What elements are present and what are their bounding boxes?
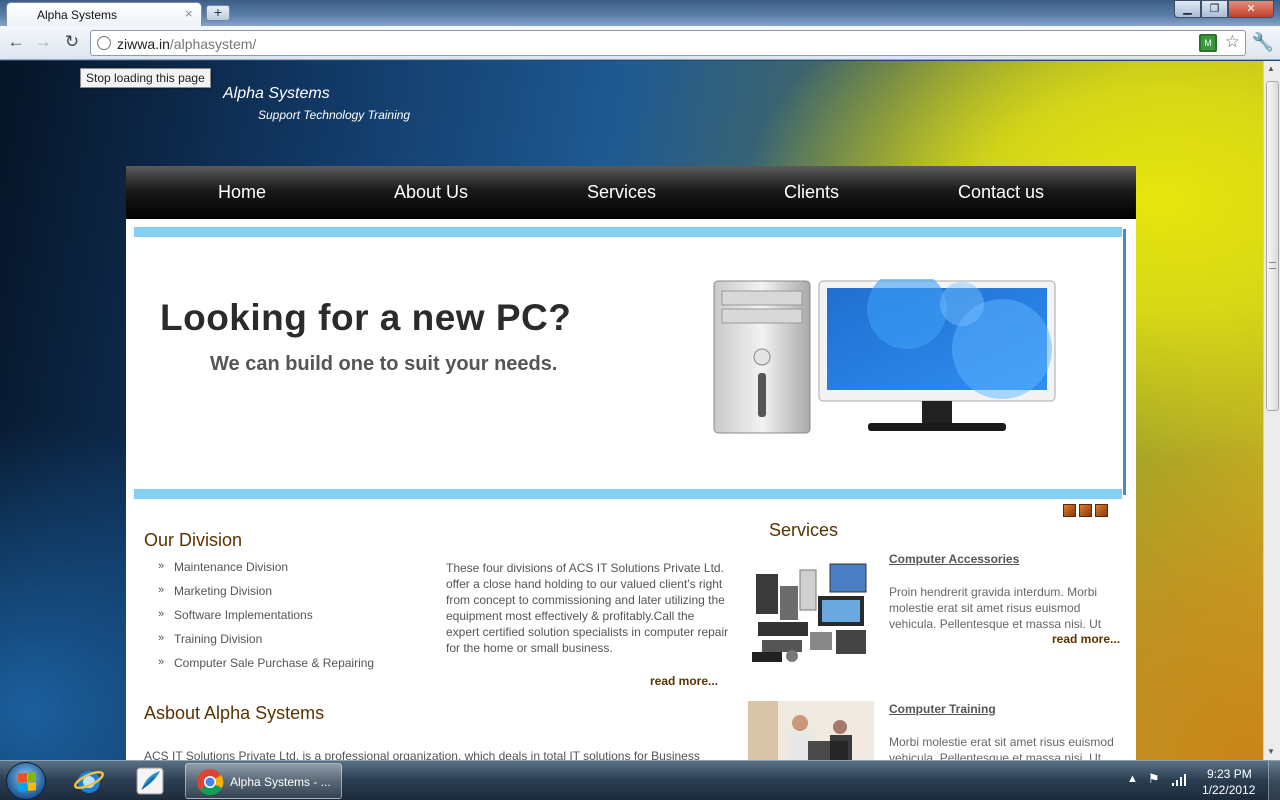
list-item[interactable]: » Training Division [158,632,374,656]
list-item[interactable]: » Maintenance Division [158,560,374,584]
extension-icon[interactable]: M [1199,34,1217,52]
service-text-training: Morbi molestie erat sit amet risus euism… [889,735,1114,760]
accessories-image [748,556,874,668]
scroll-up-icon[interactable]: ▲ [1267,64,1275,73]
stop-loading-tooltip: Stop loading this page [80,68,211,88]
action-center-flag-icon[interactable]: ⚑ [1148,771,1160,787]
taskbar-task-label: Alpha Systems - ... [230,775,331,789]
tray-expand-icon[interactable]: ▲ [1127,773,1138,785]
page-viewport: Stop loading this page Alpha Systems Sup… [0,61,1263,760]
list-item[interactable]: » Software Implementations [158,608,374,632]
reload-icon[interactable]: ↻ [61,32,83,54]
banner-headline: Looking for a new PC? [160,297,572,338]
chrome-icon [197,769,224,796]
list-item[interactable]: » Marketing Division [158,584,374,608]
tab-close-icon[interactable]: × [185,6,193,21]
address-bar[interactable]: ziwwa.in/alphasystem/ M ☆ [90,30,1246,56]
bullet-icon: » [158,608,165,620]
scroll-down-icon[interactable]: ▼ [1267,747,1275,756]
content-panel: Home About Us Services Clients Contact u… [126,166,1136,760]
banner-edge [1123,229,1126,495]
site-brand[interactable]: Alpha Systems [223,85,330,103]
taskbar-chrome-window[interactable]: Alpha Systems - ... [185,763,342,799]
minimize-button[interactable]: ▁ [1174,0,1201,18]
site-tagline: Support Technology Training [258,108,411,122]
division-read-more-link[interactable]: read more... [650,674,718,688]
clock-time[interactable]: 9:23 PM [1207,767,1252,781]
banner-bottom-bar [134,489,1122,499]
windows-taskbar: Alpha Systems - ... ▲ ⚑ 9:23 PM 1/22/201… [0,760,1280,800]
service-read-more-link[interactable]: read more... [1052,632,1120,646]
bullet-icon: » [158,632,165,644]
forward-arrow-icon[interactable]: → [32,32,54,54]
about-title: Asbout Alpha Systems [144,703,325,723]
nav-home[interactable]: Home [218,182,266,203]
nav-contact-us[interactable]: Contact us [958,182,1044,203]
service-link-accessories[interactable]: Computer Accessories [889,552,1019,566]
windows-logo-icon [18,772,36,792]
url-text: ziwwa.in/alphasystem/ [117,36,257,52]
show-desktop-button[interactable] [1268,761,1280,800]
service-link-training[interactable]: Computer Training [889,702,996,716]
slider-dot[interactable] [1079,504,1092,517]
desktop-pc-illustration [713,279,1056,434]
new-tab-button[interactable]: + [206,5,230,21]
about-text: ACS IT Solutions Private Ltd. is a profe… [144,749,700,760]
training-image [748,701,874,760]
division-list: » Maintenance Division » Marketing Divisio… [158,560,374,680]
wrench-menu-icon[interactable]: 🔧 [1252,32,1274,53]
restore-button[interactable]: ❐ [1201,0,1228,18]
tab-title: Alpha Systems [37,8,118,22]
network-signal-icon[interactable] [1171,773,1187,787]
bullet-icon: » [158,656,165,668]
close-window-button[interactable]: ✕ [1228,0,1274,18]
internet-explorer-icon[interactable] [73,765,105,797]
nav-services[interactable]: Services [587,182,656,203]
start-button[interactable] [6,762,46,800]
app-feather-icon[interactable] [134,765,166,797]
clock-date[interactable]: 1/22/2012 [1202,783,1255,797]
browser-toolbar: ← → ↻ ziwwa.in/alphasystem/ M ☆ 🔧 [0,26,1280,60]
bookmark-star-icon[interactable]: ☆ [1225,32,1240,52]
nav-clients[interactable]: Clients [784,182,839,203]
globe-icon [97,36,111,50]
division-title: Our Division [144,530,243,550]
browser-tab[interactable]: Alpha Systems × [6,2,202,26]
banner-subline: We can build one to suit your needs. [210,353,558,375]
scrollbar-thumb[interactable] [1266,81,1279,411]
service-text-accessories: Proin hendrerit gravida interdum. Morbi … [889,585,1102,631]
back-arrow-icon[interactable]: ← [5,32,27,54]
list-item[interactable]: » Computer Sale Purchase & Repairing [158,656,374,680]
division-description: These four divisions of ACS IT Solutions… [446,561,729,655]
slider-dot[interactable] [1063,504,1076,517]
hero-banner[interactable]: Looking for a new PC? We can build one t… [134,227,1128,500]
slider-pagination [1063,504,1108,517]
main-nav: Home About Us Services Clients Contact u… [126,166,1136,219]
window-controls: ▁ ❐ ✕ [1174,0,1274,18]
banner-top-bar [134,227,1122,237]
tab-strip: Alpha Systems × + ▁ ❐ ✕ [0,0,1280,26]
bullet-icon: » [158,584,165,596]
bullet-icon: » [158,560,165,572]
nav-about-us[interactable]: About Us [394,182,468,203]
services-title: Services [769,520,839,540]
slider-dot[interactable] [1095,504,1108,517]
page-scrollbar[interactable]: ▲ ▼ [1263,61,1280,760]
